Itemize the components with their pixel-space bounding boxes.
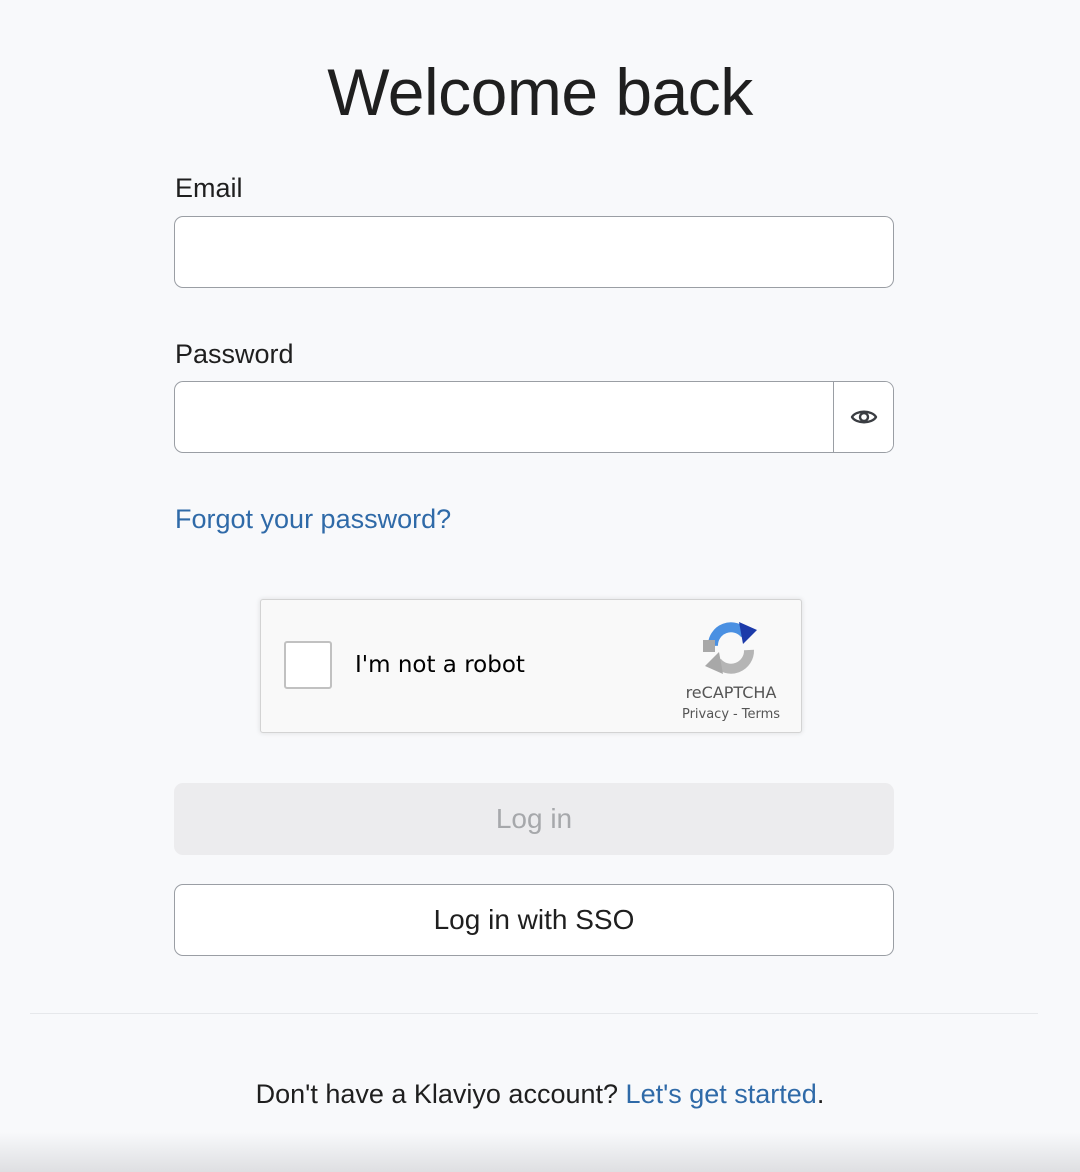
signup-prompt-text: Don't have a Klaviyo account? — [255, 1079, 619, 1109]
email-field[interactable] — [174, 216, 894, 288]
recaptcha-links: Privacy - Terms — [661, 706, 801, 724]
email-label: Email — [175, 173, 243, 203]
show-password-button[interactable] — [833, 382, 893, 452]
login-button[interactable]: Log in — [174, 783, 894, 855]
signup-prompt-end: . — [816, 1079, 825, 1109]
divider — [30, 1013, 1038, 1014]
recaptcha-terms-link[interactable]: Terms — [742, 707, 780, 722]
recaptcha-logo-icon — [703, 622, 757, 674]
eye-icon — [850, 410, 877, 424]
recaptcha-checkbox[interactable] — [284, 641, 332, 689]
password-field-wrapper — [174, 381, 894, 453]
login-page: Welcome back Email Password Forgot your … — [0, 0, 1080, 1172]
recaptcha-privacy-link[interactable]: Privacy — [682, 707, 729, 722]
signup-prompt: Don't have a Klaviyo account? Let's get … — [0, 1077, 1080, 1111]
password-field[interactable] — [175, 382, 835, 452]
recaptcha-label: I'm not a robot — [355, 652, 525, 678]
bottom-fade — [0, 1132, 1080, 1172]
recaptcha-brand: reCAPTCHA — [685, 683, 777, 702]
page-title: Welcome back — [327, 55, 753, 129]
recaptcha-link-separator: - — [733, 707, 738, 722]
recaptcha-widget: I'm not a robot reCAPTCHA Privacy - Terms — [260, 599, 802, 733]
password-label: Password — [175, 339, 294, 369]
signup-link[interactable]: Let's get started — [626, 1079, 817, 1109]
sso-login-button[interactable]: Log in with SSO — [174, 884, 894, 956]
forgot-password-link[interactable]: Forgot your password? — [175, 502, 451, 536]
